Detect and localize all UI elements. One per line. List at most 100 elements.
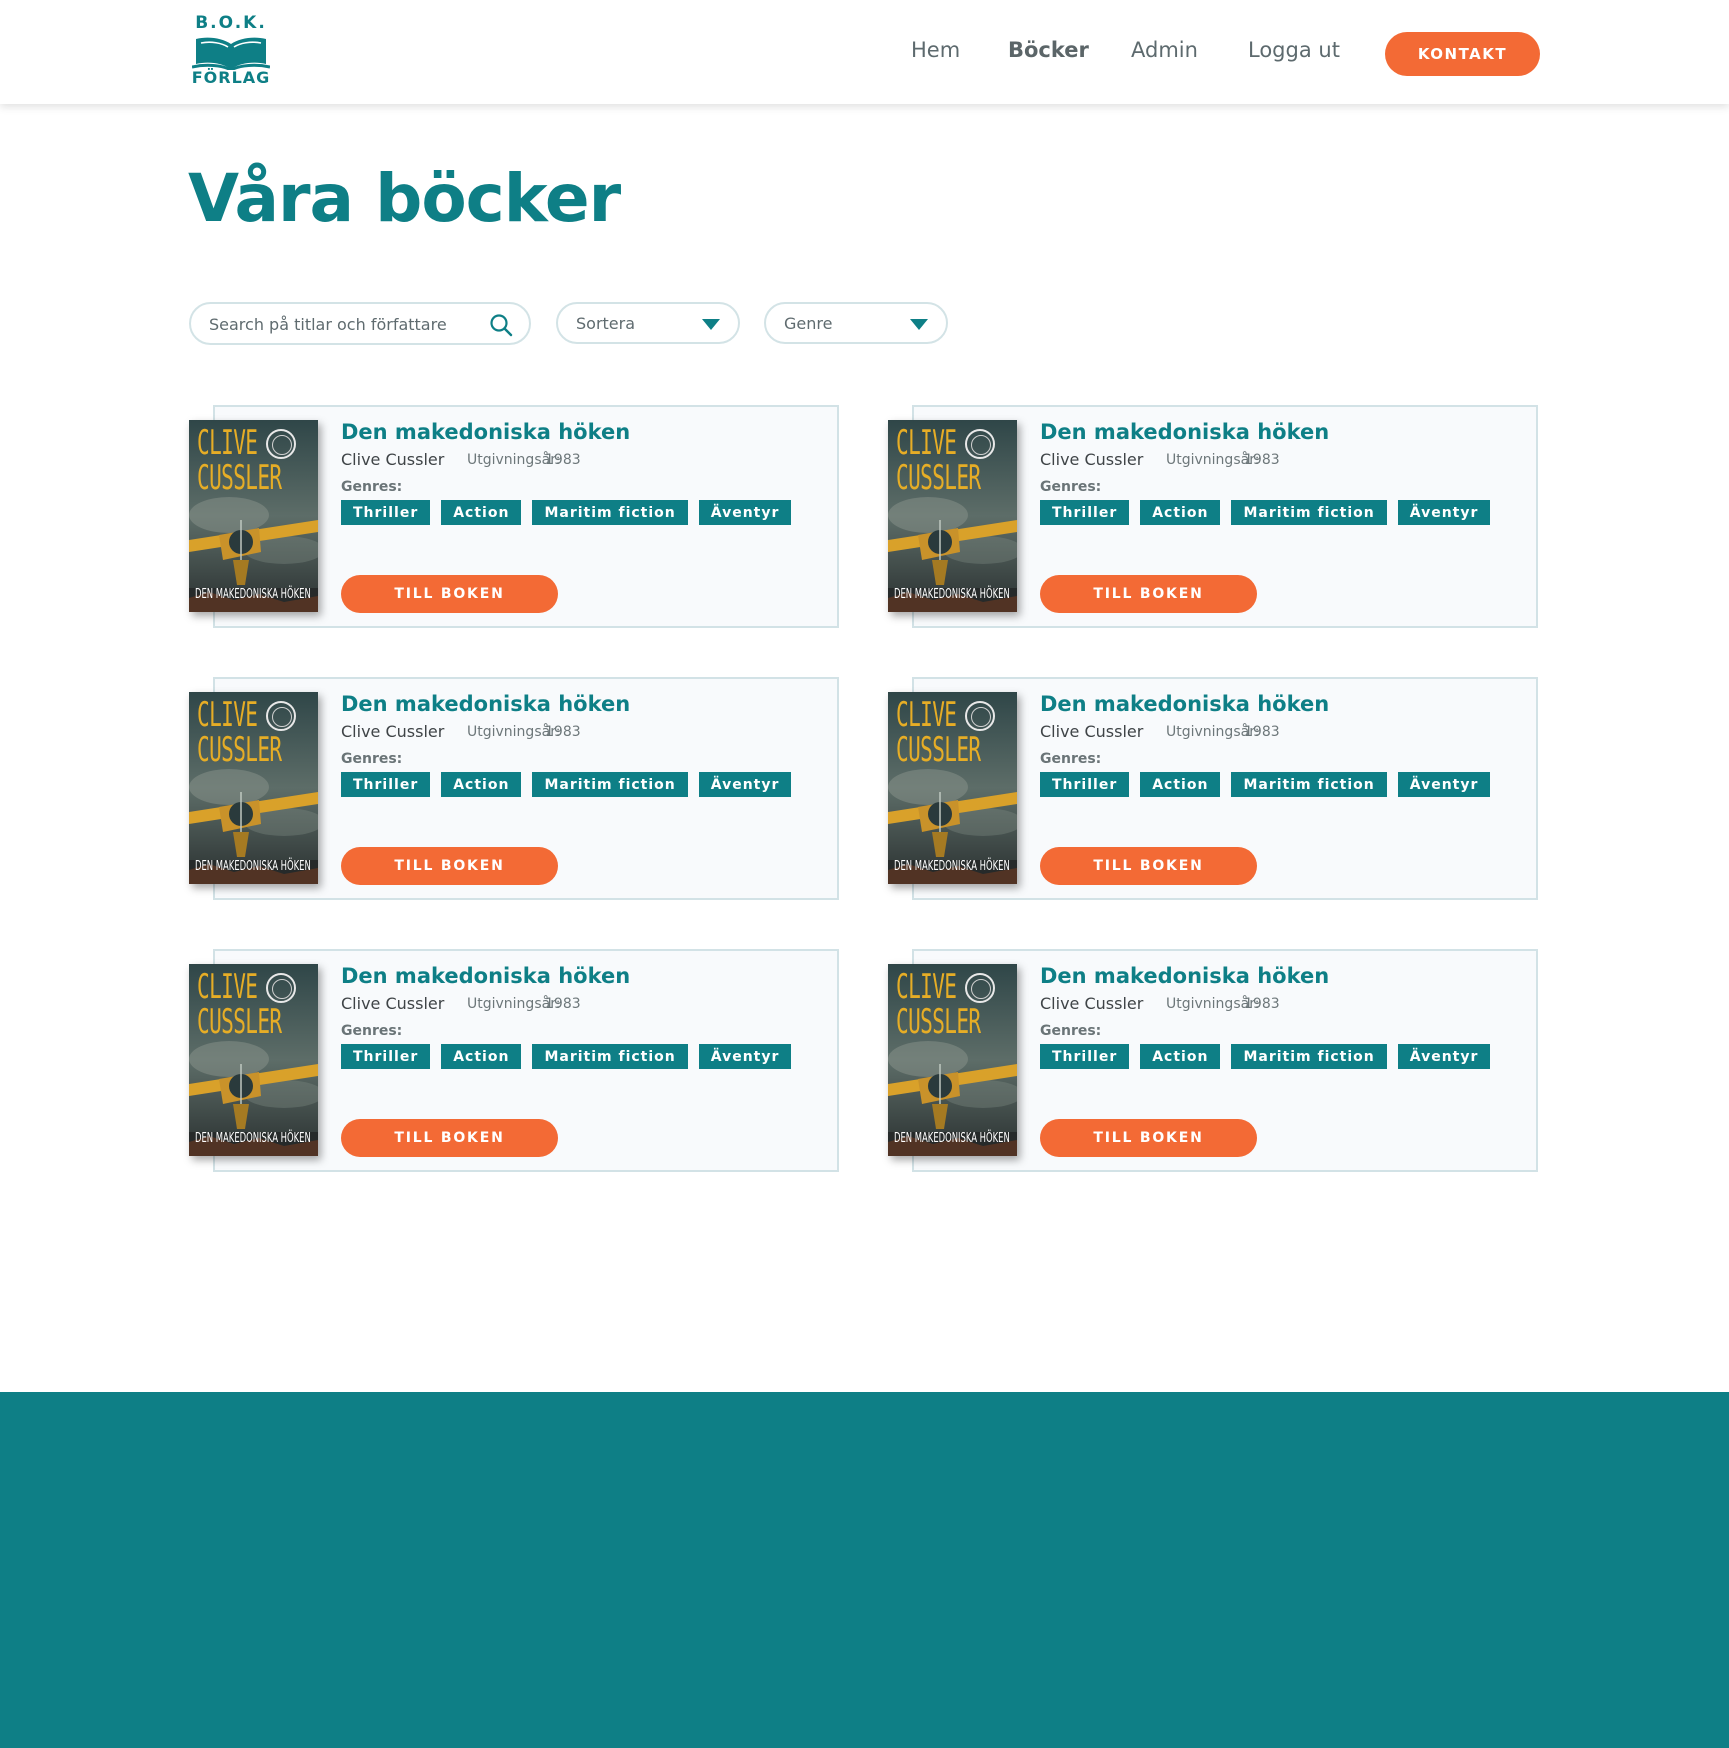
cover-title-text: DEN MAKEDONISKA HÖKEN — [195, 859, 311, 874]
search-box — [189, 302, 531, 345]
year-value: 1983 — [545, 724, 581, 740]
genre-tag[interactable]: Action — [441, 772, 522, 797]
caret-down-icon — [702, 319, 720, 330]
genre-tags: Thriller Action Maritim fiction Äventyr — [341, 1044, 792, 1069]
nav-bocker[interactable]: Böcker — [1008, 38, 1089, 62]
genres-label: Genres: — [1040, 479, 1102, 495]
genres-label: Genres: — [341, 479, 403, 495]
search-icon[interactable] — [489, 313, 513, 337]
nav-logga-ut[interactable]: Logga ut — [1248, 38, 1340, 62]
cover-seal — [266, 429, 296, 459]
book-title[interactable]: Den makedoniska höken — [1040, 420, 1329, 444]
page-title: Våra böcker — [188, 160, 621, 237]
book-author: Clive Cussler — [1040, 994, 1144, 1013]
nav-admin[interactable]: Admin — [1131, 38, 1198, 62]
cover-seal — [266, 973, 296, 1003]
caret-down-icon — [910, 319, 928, 330]
genres-label: Genres: — [1040, 1023, 1102, 1039]
book-title[interactable]: Den makedoniska höken — [341, 692, 630, 716]
genre-tags: Thriller Action Maritim fiction Äventyr — [341, 772, 792, 797]
genre-tag[interactable]: Thriller — [341, 1044, 431, 1069]
genre-select-value: Genre — [784, 314, 833, 333]
book-card: CLIVE CUSSLER DEN MAKEDONISKA HÖKEN Den … — [189, 677, 839, 900]
genre-tags: Thriller Action Maritim fiction Äventyr — [341, 500, 792, 525]
till-boken-button[interactable]: TILL BOKEN — [1040, 847, 1257, 885]
till-boken-button[interactable]: TILL BOKEN — [341, 847, 558, 885]
brand-logo[interactable]: B.O.K. FÖRLAG — [186, 14, 276, 92]
genres-label: Genres: — [341, 1023, 403, 1039]
book-author: Clive Cussler — [341, 994, 445, 1013]
cover-title-text: DEN MAKEDONISKA HÖKEN — [894, 587, 1010, 602]
sort-select-value: Sortera — [576, 314, 636, 333]
genre-tag[interactable]: Action — [1140, 500, 1221, 525]
book-cover[interactable]: CLIVE CUSSLER DEN MAKEDONISKA HÖKEN — [189, 420, 318, 612]
genre-tag[interactable]: Action — [441, 1044, 522, 1069]
book-author: Clive Cussler — [341, 450, 445, 469]
till-boken-button[interactable]: TILL BOKEN — [341, 1119, 558, 1157]
book-author: Clive Cussler — [341, 722, 445, 741]
genre-tag[interactable]: Äventyr — [698, 772, 792, 797]
cover-seal — [965, 701, 995, 731]
brand-line1: B.O.K. — [195, 13, 267, 33]
genre-tags: Thriller Action Maritim fiction Äventyr — [1040, 1044, 1491, 1069]
genres-label: Genres: — [341, 751, 403, 767]
book-card: CLIVE CUSSLER DEN MAKEDONISKA HÖKEN Den … — [189, 405, 839, 628]
cover-title-text: DEN MAKEDONISKA HÖKEN — [894, 859, 1010, 874]
genre-select[interactable]: Genre — [764, 302, 948, 344]
book-card: CLIVE CUSSLER DEN MAKEDONISKA HÖKEN Den … — [888, 949, 1538, 1172]
sort-select[interactable]: Sortera — [556, 302, 740, 344]
genre-tag[interactable]: Äventyr — [698, 500, 792, 525]
book-title[interactable]: Den makedoniska höken — [341, 964, 630, 988]
genre-tag[interactable]: Thriller — [1040, 1044, 1130, 1069]
genre-tag[interactable]: Action — [441, 500, 522, 525]
book-card: CLIVE CUSSLER DEN MAKEDONISKA HÖKEN Den … — [888, 677, 1538, 900]
cover-seal — [266, 701, 296, 731]
cover-seal — [965, 973, 995, 1003]
contact-button[interactable]: KONTAKT — [1385, 32, 1540, 76]
book-card: CLIVE CUSSLER DEN MAKEDONISKA HÖKEN Den … — [189, 949, 839, 1172]
genre-tag[interactable]: Äventyr — [698, 1044, 792, 1069]
genre-tag[interactable]: Thriller — [1040, 500, 1130, 525]
year-value: 1983 — [1244, 996, 1280, 1012]
open-book-icon — [192, 37, 270, 70]
genre-tag[interactable]: Maritim fiction — [1231, 500, 1387, 525]
genres-label: Genres: — [1040, 751, 1102, 767]
book-cover[interactable]: CLIVE CUSSLER DEN MAKEDONISKA HÖKEN — [189, 964, 318, 1156]
site-header: B.O.K. FÖRLAG Hem Böcker Admin Logga ut … — [0, 0, 1729, 104]
book-cover[interactable]: CLIVE CUSSLER DEN MAKEDONISKA HÖKEN — [888, 692, 1017, 884]
cover-title-text: DEN MAKEDONISKA HÖKEN — [195, 1131, 311, 1146]
genre-tag[interactable]: Thriller — [341, 500, 431, 525]
genre-tag[interactable]: Maritim fiction — [532, 1044, 688, 1069]
book-title[interactable]: Den makedoniska höken — [1040, 964, 1329, 988]
book-title[interactable]: Den makedoniska höken — [1040, 692, 1329, 716]
cover-title-text: DEN MAKEDONISKA HÖKEN — [195, 587, 311, 602]
genre-tag[interactable]: Action — [1140, 1044, 1221, 1069]
year-value: 1983 — [545, 996, 581, 1012]
genre-tag[interactable]: Thriller — [1040, 772, 1130, 797]
genre-tag[interactable]: Maritim fiction — [532, 772, 688, 797]
genre-tags: Thriller Action Maritim fiction Äventyr — [1040, 500, 1491, 525]
genre-tag[interactable]: Maritim fiction — [1231, 772, 1387, 797]
year-value: 1983 — [545, 452, 581, 468]
cover-seal — [965, 429, 995, 459]
genre-tag[interactable]: Maritim fiction — [1231, 1044, 1387, 1069]
book-card: CLIVE CUSSLER DEN MAKEDONISKA HÖKEN Den … — [888, 405, 1538, 628]
book-cover[interactable]: CLIVE CUSSLER DEN MAKEDONISKA HÖKEN — [888, 420, 1017, 612]
genre-tag[interactable]: Maritim fiction — [532, 500, 688, 525]
nav-hem[interactable]: Hem — [911, 38, 960, 62]
book-cover[interactable]: CLIVE CUSSLER DEN MAKEDONISKA HÖKEN — [189, 692, 318, 884]
genre-tag[interactable]: Äventyr — [1397, 500, 1491, 525]
till-boken-button[interactable]: TILL BOKEN — [1040, 575, 1257, 613]
till-boken-button[interactable]: TILL BOKEN — [341, 575, 558, 613]
genre-tag[interactable]: Action — [1140, 772, 1221, 797]
book-title[interactable]: Den makedoniska höken — [341, 420, 630, 444]
book-cover[interactable]: CLIVE CUSSLER DEN MAKEDONISKA HÖKEN — [888, 964, 1017, 1156]
search-input[interactable] — [209, 312, 479, 336]
till-boken-button[interactable]: TILL BOKEN — [1040, 1119, 1257, 1157]
genre-tags: Thriller Action Maritim fiction Äventyr — [1040, 772, 1491, 797]
book-author: Clive Cussler — [1040, 722, 1144, 741]
genre-tag[interactable]: Thriller — [341, 772, 431, 797]
genre-tag[interactable]: Äventyr — [1397, 772, 1491, 797]
cover-title-text: DEN MAKEDONISKA HÖKEN — [894, 1131, 1010, 1146]
genre-tag[interactable]: Äventyr — [1397, 1044, 1491, 1069]
